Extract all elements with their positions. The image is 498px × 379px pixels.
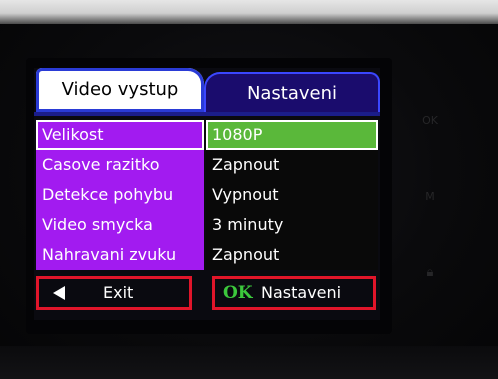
exit-label: Exit	[103, 283, 134, 302]
menu-row-label: Nahravani zvuku	[36, 240, 204, 270]
menu-row-motion-detection[interactable]: Detekce pohybu Vypnout	[36, 180, 378, 210]
menu-row-timestamp[interactable]: Casove razitko Zapnout	[36, 150, 378, 180]
menu-row-loop-recording[interactable]: Video smycka 3 minuty	[36, 210, 378, 240]
ok-settings-label: Nastaveni	[261, 283, 342, 302]
hardware-buttons: OK M 🔒︎	[410, 96, 470, 296]
ok-key-label: OK	[223, 283, 253, 303]
hardware-mode-button[interactable]: M	[410, 188, 450, 206]
menu-row-resolution[interactable]: Velikost 1080P	[36, 120, 378, 150]
ok-settings-button[interactable]: OK Nastaveni	[212, 276, 376, 310]
menu-row-audio-recording[interactable]: Nahravani zvuku Zapnout	[36, 240, 378, 270]
menu-row-value: Zapnout	[206, 240, 378, 270]
menu-row-value: Vypnout	[206, 180, 378, 210]
tab-video-output[interactable]: Video vystup	[36, 68, 204, 112]
menu-row-label: Casove razitko	[36, 150, 204, 180]
menu-row-value: Zapnout	[206, 150, 378, 180]
menu-row-label: Detekce pohybu	[36, 180, 204, 210]
left-arrow-icon	[53, 286, 65, 300]
tab-settings[interactable]: Nastaveni	[204, 72, 380, 116]
menu-row-label: Video smycka	[36, 210, 204, 240]
lock-icon: 🔒︎	[426, 265, 434, 280]
settings-menu: Velikost 1080P Casove razitko Zapnout De…	[36, 116, 378, 270]
menu-row-value: 1080P	[206, 120, 378, 150]
hardware-ok-button[interactable]: OK	[410, 112, 450, 130]
footer-bar: Exit OK Nastaveni	[34, 276, 380, 320]
hardware-lock-button[interactable]: 🔒︎	[410, 264, 450, 282]
camera-bottom-edge	[0, 346, 498, 379]
camera-top-edge	[0, 0, 498, 24]
tab-bar: Video vystup Nastaveni	[34, 68, 380, 116]
menu-row-label: Velikost	[36, 120, 204, 150]
settings-screen: Video vystup Nastaveni Velikost 1080P Ca…	[34, 68, 380, 320]
exit-button[interactable]: Exit	[36, 276, 192, 310]
menu-row-value: 3 minuty	[206, 210, 378, 240]
